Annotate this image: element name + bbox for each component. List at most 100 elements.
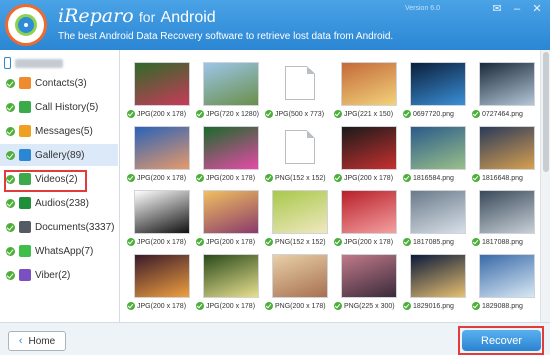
gallery-thumbnail[interactable]	[410, 254, 466, 298]
gallery-item[interactable]: 1816648.png	[470, 124, 540, 188]
sidebar-item-gallery[interactable]: Gallery(89)	[0, 144, 118, 166]
feedback-icon[interactable]: ✉	[490, 2, 504, 16]
gallery-thumbnail[interactable]	[203, 254, 259, 298]
home-button[interactable]: ‹ Home	[8, 331, 66, 351]
checkbox-checked-icon[interactable]	[265, 174, 273, 182]
gallery-thumbnail[interactable]	[479, 254, 535, 298]
checkbox-checked-icon[interactable]	[472, 302, 480, 310]
gallery-thumbnail[interactable]	[134, 126, 190, 170]
gallery-item[interactable]: 1817085.png	[401, 188, 471, 252]
checkbox-checked-icon[interactable]	[6, 150, 15, 160]
gallery-item[interactable]: JPG(200 x 178)	[332, 188, 402, 252]
sidebar-item-audios[interactable]: Audios(238)	[0, 192, 118, 214]
gallery-item[interactable]: 1829088.png	[470, 252, 540, 316]
sidebar-item-documents[interactable]: Documents(3337)	[0, 216, 118, 238]
gallery-item[interactable]: JPG(720 x 1280)	[194, 60, 264, 124]
checkbox-checked-icon[interactable]	[6, 270, 15, 280]
minimize-icon[interactable]: –	[510, 2, 524, 16]
chevron-left-icon: ‹	[18, 335, 23, 347]
gallery-thumbnail[interactable]	[341, 190, 397, 234]
blank-file-icon	[285, 66, 315, 100]
gallery-thumbnail[interactable]	[203, 62, 259, 106]
checkbox-checked-icon[interactable]	[403, 238, 411, 246]
sidebar-item-contacts[interactable]: Contacts(3)	[0, 72, 118, 94]
checkbox-checked-icon[interactable]	[6, 246, 15, 256]
gallery-thumbnail[interactable]	[341, 254, 397, 298]
gallery-thumbnail[interactable]	[341, 126, 397, 170]
checkbox-checked-icon[interactable]	[265, 238, 273, 246]
checkbox-checked-icon[interactable]	[265, 110, 273, 118]
gallery-item[interactable]: JPG(500 x 773)	[263, 60, 333, 124]
gallery-thumbnail[interactable]	[410, 190, 466, 234]
checkbox-checked-icon[interactable]	[334, 110, 342, 118]
checkbox-checked-icon[interactable]	[6, 102, 15, 112]
gallery-item[interactable]: JPG(200 x 178)	[332, 124, 402, 188]
gallery-item[interactable]: JPG(200 x 178)	[194, 252, 264, 316]
checkbox-checked-icon[interactable]	[472, 238, 480, 246]
gallery-thumbnail[interactable]	[410, 126, 466, 170]
checkbox-checked-icon[interactable]	[196, 110, 204, 118]
checkbox-checked-icon[interactable]	[127, 238, 135, 246]
checkbox-checked-icon[interactable]	[403, 110, 411, 118]
gallery-item[interactable]: JPG(200 x 178)	[125, 188, 195, 252]
gallery-item[interactable]: PNG(152 x 152)	[263, 124, 333, 188]
close-icon[interactable]: ✕	[530, 2, 544, 16]
gallery-thumbnail[interactable]	[203, 190, 259, 234]
checkbox-checked-icon[interactable]	[265, 302, 273, 310]
gallery-thumbnail[interactable]	[479, 126, 535, 170]
gallery-item[interactable]: 1817088.png	[470, 188, 540, 252]
gallery-thumbnail[interactable]	[341, 62, 397, 106]
app-title: iReparo for Android	[58, 5, 216, 28]
gallery-item[interactable]: PNG(225 x 300)	[332, 252, 402, 316]
app-platform: Android	[160, 9, 216, 26]
checkbox-checked-icon[interactable]	[196, 174, 204, 182]
app-header: iReparo for Android The best Android Dat…	[0, 0, 550, 50]
checkbox-checked-icon[interactable]	[334, 302, 342, 310]
gallery-thumbnail[interactable]	[272, 254, 328, 298]
gallery-thumbnail[interactable]	[203, 126, 259, 170]
sidebar-item-viber[interactable]: Viber(2)	[0, 264, 118, 286]
checkbox-checked-icon[interactable]	[472, 110, 480, 118]
gallery-thumbnail[interactable]	[479, 190, 535, 234]
checkbox-checked-icon[interactable]	[196, 302, 204, 310]
checkbox-checked-icon[interactable]	[472, 174, 480, 182]
sidebar-item-messages[interactable]: Messages(5)	[0, 120, 118, 142]
checkbox-checked-icon[interactable]	[6, 222, 15, 232]
checkbox-checked-icon[interactable]	[334, 238, 342, 246]
gallery-item[interactable]: PNG(200 x 178)	[263, 252, 333, 316]
sidebar-item-whatsapp[interactable]: WhatsApp(7)	[0, 240, 118, 262]
gallery-item[interactable]: 0727464.png	[470, 60, 540, 124]
gallery-thumbnail[interactable]	[134, 62, 190, 106]
gallery-thumbnail[interactable]	[272, 190, 328, 234]
checkbox-checked-icon[interactable]	[127, 110, 135, 118]
checkbox-checked-icon[interactable]	[403, 174, 411, 182]
checkbox-checked-icon[interactable]	[127, 174, 135, 182]
gallery-item[interactable]: 1816584.png	[401, 124, 471, 188]
device-row[interactable]	[4, 56, 63, 70]
gallery-item[interactable]: 1829016.png	[401, 252, 471, 316]
grid-scrollbar[interactable]	[540, 50, 550, 322]
checkbox-checked-icon[interactable]	[334, 174, 342, 182]
checkbox-checked-icon[interactable]	[6, 126, 15, 136]
gallery-item[interactable]: JPG(200 x 178)	[194, 188, 264, 252]
checkbox-checked-icon[interactable]	[403, 302, 411, 310]
gallery-item[interactable]: JPG(200 x 178)	[125, 60, 195, 124]
checkbox-checked-icon[interactable]	[6, 78, 15, 88]
checkbox-checked-icon[interactable]	[127, 302, 135, 310]
gallery-item[interactable]: JPG(200 x 178)	[194, 124, 264, 188]
gallery-item[interactable]: JPG(221 x 150)	[332, 60, 402, 124]
gallery-thumbnail[interactable]	[134, 254, 190, 298]
checkbox-checked-icon[interactable]	[6, 198, 15, 208]
gallery-item[interactable]: JPG(200 x 178)	[125, 252, 195, 316]
scrollbar-thumb[interactable]	[543, 52, 549, 172]
checkbox-checked-icon[interactable]	[196, 238, 204, 246]
gallery-thumbnail[interactable]	[134, 190, 190, 234]
gallery-item[interactable]: PNG(152 x 152)	[263, 188, 333, 252]
gallery-item[interactable]: JPG(200 x 178)	[125, 124, 195, 188]
sidebar-item-call-history[interactable]: Call History(5)	[0, 96, 118, 118]
gallery-item[interactable]: 0697720.png	[401, 60, 471, 124]
gallery-item-filename: JPG(500 x 773)	[275, 110, 325, 118]
gallery-thumbnail[interactable]	[410, 62, 466, 106]
gallery-thumbnail[interactable]	[479, 62, 535, 106]
recover-button[interactable]: Recover	[462, 330, 541, 351]
